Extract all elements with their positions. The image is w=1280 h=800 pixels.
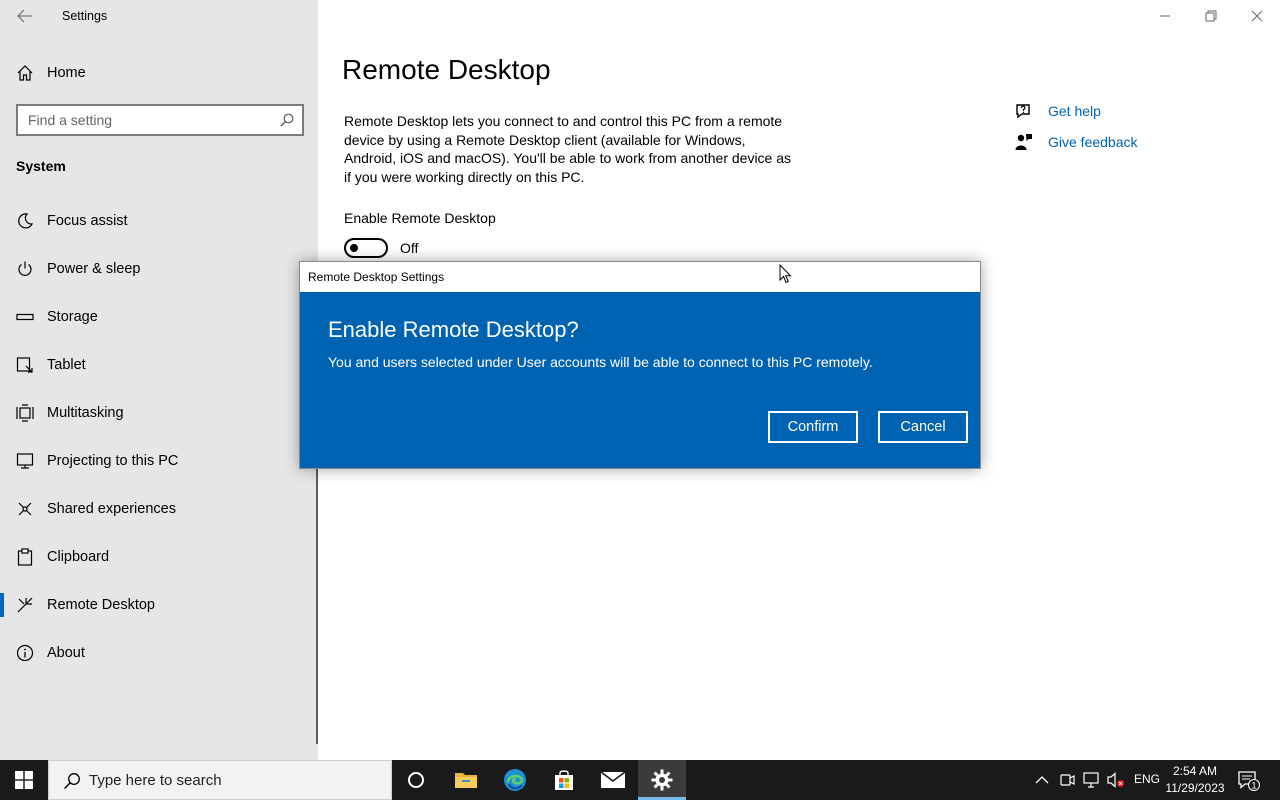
settings-search-box[interactable] bbox=[16, 104, 304, 136]
toggle-state: Off bbox=[400, 240, 419, 256]
tray-language[interactable]: ENG bbox=[1134, 772, 1160, 786]
home-icon bbox=[16, 64, 34, 82]
tray-clock[interactable]: 2:54 AM 11/29/2023 bbox=[1164, 763, 1226, 797]
multitasking-icon bbox=[16, 404, 34, 422]
taskbar-file-explorer[interactable] bbox=[442, 760, 490, 800]
dialog-body: Enable Remote Desktop? You and users sel… bbox=[300, 292, 980, 468]
tray-network-icon[interactable] bbox=[1081, 770, 1101, 790]
restore-button[interactable] bbox=[1188, 0, 1234, 32]
cancel-button[interactable]: Cancel bbox=[878, 411, 968, 443]
sidebar-item-remote-desktop[interactable]: Remote Desktop bbox=[0, 581, 316, 629]
dialog-message: You and users selected under User accoun… bbox=[328, 354, 873, 370]
mouse-cursor-icon bbox=[779, 263, 793, 284]
sidebar-item-power-sleep[interactable]: Power & sleep bbox=[0, 245, 316, 293]
help-chat-icon bbox=[1014, 101, 1034, 121]
sidebar-item-storage[interactable]: Storage bbox=[0, 293, 316, 341]
sidebar-item-label: Tablet bbox=[47, 357, 86, 373]
toggle-label: Enable Remote Desktop bbox=[344, 210, 496, 226]
sidebar-item-label: Power & sleep bbox=[47, 261, 141, 277]
page-description: Remote Desktop lets you connect to and c… bbox=[344, 113, 792, 185]
home-label: Home bbox=[47, 65, 86, 81]
storage-icon bbox=[16, 308, 34, 326]
projecting-icon bbox=[16, 452, 34, 470]
give-feedback-row[interactable]: Give feedback bbox=[1014, 131, 1138, 153]
sidebar-item-label: Focus assist bbox=[47, 213, 128, 229]
power-icon bbox=[16, 260, 34, 278]
shared-experiences-icon bbox=[16, 500, 34, 518]
close-icon bbox=[1251, 10, 1263, 22]
action-center-button[interactable]: 1 bbox=[1236, 768, 1260, 792]
store-bag-icon bbox=[555, 770, 573, 790]
notification-count: 1 bbox=[1251, 781, 1256, 791]
get-help-row[interactable]: Get help bbox=[1014, 100, 1101, 122]
clock-date: 11/29/2023 bbox=[1165, 781, 1225, 795]
notification-icon: 1 bbox=[1238, 771, 1260, 791]
confirm-dialog: Remote Desktop Settings Enable Remote De… bbox=[299, 261, 981, 469]
settings-search-input[interactable] bbox=[18, 106, 270, 134]
sidebar-item-clipboard[interactable]: Clipboard bbox=[0, 533, 316, 581]
folder-icon bbox=[455, 773, 477, 788]
sidebar-item-label: Clipboard bbox=[47, 549, 110, 565]
page-title: Remote Desktop bbox=[342, 54, 551, 85]
moon-icon bbox=[16, 212, 34, 230]
toggle-knob bbox=[350, 244, 358, 252]
restore-icon bbox=[1205, 10, 1217, 22]
sidebar-item-about[interactable]: About bbox=[0, 629, 316, 677]
dialog-title: Remote Desktop Settings bbox=[308, 270, 445, 284]
sidebar-item-label: Shared experiences bbox=[47, 501, 176, 517]
minimize-icon bbox=[1160, 15, 1170, 17]
sidebar-item-projecting[interactable]: Projecting to this PC bbox=[0, 437, 316, 485]
minimize-button[interactable] bbox=[1142, 0, 1188, 32]
dialog-heading: Enable Remote Desktop? bbox=[328, 317, 579, 342]
taskbar-edge[interactable] bbox=[491, 760, 539, 800]
confirm-button[interactable]: Confirm bbox=[768, 411, 858, 443]
settings-gear-icon bbox=[651, 769, 673, 791]
sidebar-item-multitasking[interactable]: Multitasking bbox=[0, 389, 316, 437]
edge-browser-icon bbox=[504, 769, 526, 791]
clock-time: 2:54 AM bbox=[1172, 764, 1218, 778]
taskbar-mail[interactable] bbox=[589, 760, 637, 800]
sidebar-item-focus-assist[interactable]: Focus assist bbox=[0, 197, 316, 245]
tray-chevron-up-icon[interactable] bbox=[1032, 770, 1052, 790]
close-button[interactable] bbox=[1234, 0, 1280, 32]
tablet-icon bbox=[16, 356, 34, 374]
tray-meet-now-icon[interactable] bbox=[1057, 770, 1077, 790]
sidebar-item-tablet[interactable]: Tablet bbox=[0, 341, 316, 389]
sidebar-item-label: About bbox=[47, 645, 85, 661]
taskbar: ENG 2:54 AM 11/29/2023 1 bbox=[0, 760, 1280, 800]
tray-volume-muted-icon[interactable] bbox=[1106, 770, 1126, 790]
enable-remote-desktop-toggle[interactable] bbox=[344, 238, 388, 258]
sidebar-item-label: Storage bbox=[47, 309, 98, 325]
get-help-link[interactable]: Get help bbox=[1048, 103, 1101, 119]
windows-logo-icon bbox=[15, 771, 33, 789]
taskbar-store[interactable] bbox=[540, 760, 588, 800]
remote-desktop-icon bbox=[16, 596, 34, 614]
feedback-person-icon bbox=[1014, 132, 1034, 152]
back-arrow-icon[interactable] bbox=[14, 6, 36, 26]
sidebar-item-label: Projecting to this PC bbox=[47, 453, 179, 469]
cortana-circle-icon bbox=[408, 772, 424, 788]
app-title: Settings bbox=[62, 9, 108, 23]
start-button[interactable] bbox=[0, 760, 48, 800]
clipboard-icon bbox=[16, 548, 34, 566]
sidebar-item-shared-experiences[interactable]: Shared experiences bbox=[0, 485, 316, 533]
cortana-button[interactable] bbox=[392, 760, 440, 800]
section-title: System bbox=[16, 158, 66, 174]
home-link[interactable]: Home bbox=[16, 60, 86, 86]
search-icon[interactable] bbox=[280, 113, 294, 127]
sidebar-nav: Focus assist Power & sleep Storage Table… bbox=[0, 197, 316, 677]
sidebar-item-label: Remote Desktop bbox=[47, 597, 155, 613]
mail-envelope-icon bbox=[600, 771, 626, 788]
taskbar-search-input[interactable] bbox=[87, 761, 377, 799]
sidebar: Settings Home System Focus assist Power … bbox=[0, 0, 318, 760]
give-feedback-link[interactable]: Give feedback bbox=[1048, 134, 1138, 150]
dialog-titlebar[interactable]: Remote Desktop Settings bbox=[300, 262, 980, 292]
taskbar-search-box[interactable] bbox=[48, 760, 392, 800]
taskbar-settings[interactable] bbox=[638, 760, 686, 800]
search-icon bbox=[63, 772, 81, 790]
sidebar-item-label: Multitasking bbox=[47, 405, 124, 421]
info-icon bbox=[16, 644, 34, 662]
